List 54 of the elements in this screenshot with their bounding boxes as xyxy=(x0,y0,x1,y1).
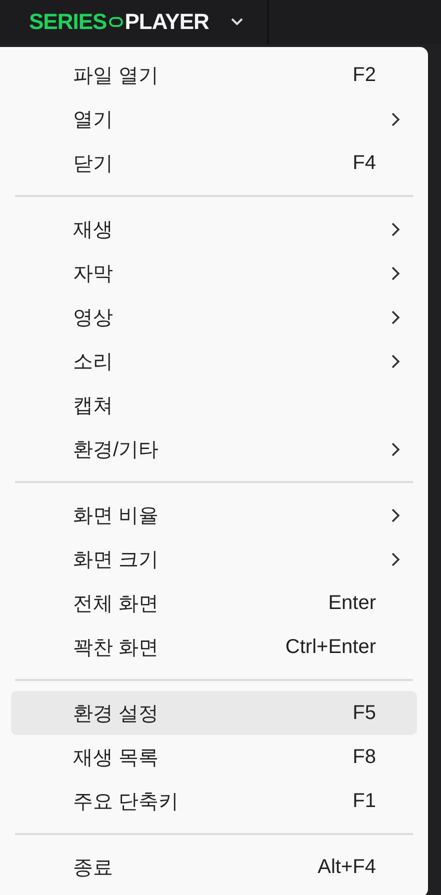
menu-item-label: 환경 설정 xyxy=(73,702,160,726)
shortcut-text: F8 xyxy=(352,746,376,768)
menu-item-label: 주요 단축키 xyxy=(73,790,180,814)
menu-item-label: 전체 화면 xyxy=(73,592,160,616)
logo-text: SERIES xyxy=(29,9,107,35)
chevron-right-icon xyxy=(391,112,400,126)
menu-item[interactable]: 꽉찬 화면 Ctrl+Enter xyxy=(11,625,417,669)
menu-item[interactable]: 전체 화면 Enter xyxy=(11,581,417,625)
shortcut-text: Ctrl+Enter xyxy=(284,636,376,658)
menu-item-label: 소리 xyxy=(73,350,114,374)
chevron-right-icon xyxy=(391,508,400,522)
menu-item-label: 재생 xyxy=(73,218,114,242)
shortcut-text: Alt+F4 xyxy=(316,856,376,878)
menu-item[interactable]: 영상 xyxy=(11,295,417,339)
chevron-right-icon xyxy=(391,222,400,236)
chevron-right-icon xyxy=(391,552,400,566)
menu-item[interactable]: 캡쳐 xyxy=(11,383,417,427)
logo-text: PLAYER xyxy=(124,9,209,35)
menu-item[interactable]: 자막 xyxy=(11,251,417,295)
menu-item[interactable]: 재생 목록 F8 xyxy=(11,735,417,779)
shortcut-text: F2 xyxy=(352,64,376,86)
shortcut-text: F1 xyxy=(352,790,376,812)
menu-item[interactable]: 화면 비율 xyxy=(11,493,417,537)
menu-item[interactable]: 소리 xyxy=(11,339,417,383)
menu-item[interactable]: 재생 xyxy=(11,207,417,251)
chevron-right-icon xyxy=(391,310,400,324)
menu-item-label: 환경/기타 xyxy=(73,438,160,462)
menu-item-label: 꽉찬 화면 xyxy=(73,636,160,660)
menu-item[interactable]: 닫기 F4 xyxy=(11,141,417,185)
menu-item-label: 종료 xyxy=(73,856,114,880)
chevron-right-icon xyxy=(391,266,400,280)
menu-item[interactable]: 환경/기타 xyxy=(11,427,417,471)
menu-item-label: 영상 xyxy=(73,306,114,330)
shortcut-text: F5 xyxy=(352,702,376,724)
menu-item[interactable]: 환경 설정 F5 xyxy=(11,691,417,735)
menu-item-label: 화면 비율 xyxy=(73,504,160,528)
menu-item-label: 재생 목록 xyxy=(73,746,160,770)
menu-item[interactable]: 주요 단축키 F1 xyxy=(11,779,417,823)
shortcut-text: Enter xyxy=(327,592,376,614)
menu-item-label: 열기 xyxy=(73,108,114,132)
chevron-right-icon xyxy=(391,354,400,368)
logo-pill-icon xyxy=(108,17,123,27)
menu-item[interactable]: 열기 xyxy=(11,97,417,141)
chevron-right-icon xyxy=(391,442,400,456)
chevron-down-icon[interactable] xyxy=(230,18,243,26)
menu-item-label: 닫기 xyxy=(73,152,114,176)
menu-item-label: 캡쳐 xyxy=(73,394,114,418)
menu-item[interactable]: 화면 크기 xyxy=(11,537,417,581)
menu-item-label: 파일 열기 xyxy=(73,64,160,88)
menu-item[interactable]: 종료 Alt+F4 xyxy=(11,845,417,889)
shortcut-text: F4 xyxy=(352,152,376,174)
menu-item-label: 자막 xyxy=(73,262,114,286)
menu-item[interactable]: 파일 열기 F2 xyxy=(11,53,417,97)
menu-item-label: 화면 크기 xyxy=(73,548,160,572)
